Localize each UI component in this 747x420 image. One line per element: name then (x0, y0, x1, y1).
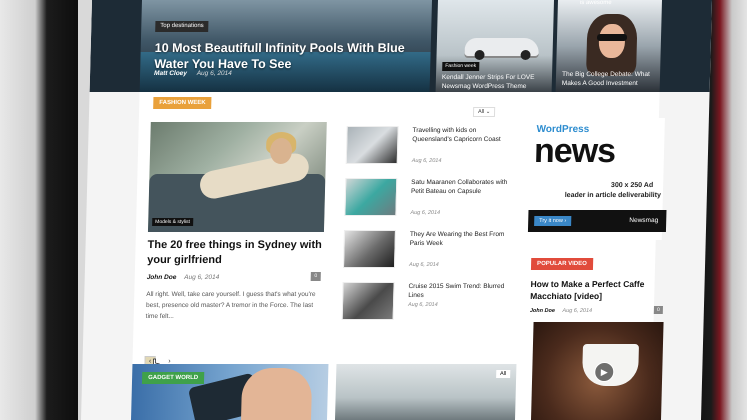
hand-image (241, 368, 313, 420)
hero-tile-car[interactable]: Fashion week Kendall Jenner Strips For L… (435, 0, 554, 92)
list-thumb (345, 126, 399, 164)
list-title[interactable]: Cruise 2015 Swim Trend: Blurred Lines (408, 282, 512, 300)
chevron-down-icon: ⌄ (485, 109, 491, 115)
list-date: Aug 6, 2014 (407, 302, 438, 308)
video-meta: John Doe Aug 6, 2014 (530, 308, 592, 314)
hero-category-badge[interactable]: Top destinations (155, 21, 209, 32)
list-thumb (341, 282, 395, 320)
ad-news-text: news (533, 132, 616, 170)
list-item[interactable]: They Are Wearing the Best From Paris Wee… (342, 230, 514, 274)
filter-select[interactable]: All ⌄ (472, 107, 496, 117)
sunglasses (596, 34, 628, 41)
main-article-image[interactable]: Models & stylist (147, 122, 327, 232)
office-tile[interactable]: All (335, 364, 517, 420)
hero-title[interactable]: 10 Most Beautifull Infinity Pools With B… (154, 40, 425, 72)
main-article-excerpt: All right. Well, take care yourself. I g… (145, 291, 316, 320)
video-date: Aug 6, 2014 (562, 308, 593, 314)
popular-video-badge[interactable]: Popular Video (530, 258, 593, 270)
list-item[interactable]: Cruise 2015 Swim Trend: Blurred Lines Au… (341, 282, 512, 326)
video-title[interactable]: How to Make a Perfect Caffe Macchiato [v… (530, 278, 657, 302)
sidebar: WordPress news 300 x 250 Ad leader in ar… (519, 92, 667, 420)
ad-tagline: leader in article deliverability (564, 192, 661, 199)
image-badge[interactable]: Models & stylist (152, 218, 194, 226)
main-author[interactable]: John Doe (147, 274, 177, 281)
ad-brand: Newsmag (629, 217, 659, 224)
ad-bar: Try it now › Newsmag (527, 210, 667, 232)
gadget-world-badge[interactable]: Gadget World (141, 372, 205, 384)
list-date: Aug 6, 2014 (408, 262, 439, 268)
ad-banner[interactable]: WordPress news 300 x 250 Ad leader in ar… (527, 118, 667, 240)
list-date: Aug 6, 2014 (410, 210, 441, 216)
hero-meta: Matt Cloey Aug 6, 2014 (154, 70, 232, 77)
office-filter-select[interactable]: All (495, 370, 511, 378)
ad-try-button[interactable]: Try it now › (534, 216, 572, 226)
hero-tile-woman[interactable]: is awesome The Big College Debate: What … (555, 0, 662, 92)
woman-face (598, 24, 626, 58)
gadget-tile[interactable]: Gadget World (131, 364, 329, 420)
list-item[interactable]: Satu Maaranen Collaborates with Petit Ba… (344, 178, 515, 222)
tile-top-text: is awesome (579, 0, 612, 6)
filter-label: All (477, 109, 485, 115)
video-thumbnail[interactable]: ▶ (531, 322, 664, 420)
monitor-bezel-left (0, 0, 78, 420)
website-screen: Top destinations 10 Most Beautifull Infi… (81, 0, 713, 420)
fashion-week-badge[interactable]: Fashion Week (153, 97, 212, 109)
video-comment-icon[interactable]: 0 (653, 306, 663, 314)
list-title[interactable]: Satu Maaranen Collaborates with Petit Ba… (411, 178, 515, 196)
main-date: Aug 6, 2014 (184, 274, 220, 281)
ad-size-text: 300 x 250 Ad (610, 182, 654, 189)
car-wheel-icon (520, 50, 531, 60)
hero-section: Top destinations 10 Most Beautifull Infi… (89, 0, 713, 92)
list-date: Aug 6, 2014 (411, 158, 442, 164)
main-article-meta: John Doe Aug 6, 2014 (147, 274, 220, 281)
list-thumb (344, 178, 398, 216)
hero-author[interactable]: Matt Cloey (154, 70, 187, 77)
car-wheel-icon (474, 50, 485, 60)
tile-title[interactable]: The Big College Debate: What Makes A Goo… (562, 70, 658, 88)
tile-badge[interactable]: Fashion week (442, 62, 480, 71)
hero-date: Aug 6, 2014 (196, 70, 232, 77)
list-title[interactable]: Travelling with kids on Queensland's Cap… (412, 126, 516, 144)
main-article-title[interactable]: The 20 free things in Sydney with your g… (147, 238, 328, 268)
list-title[interactable]: They Are Wearing the Best From Paris Wee… (410, 230, 514, 248)
list-item[interactable]: Travelling with kids on Queensland's Cap… (345, 126, 517, 170)
comment-count-icon[interactable]: 0 (310, 272, 321, 281)
tile-title[interactable]: Kendall Jenner Strips For LOVE Newsmag W… (442, 73, 552, 91)
video-author[interactable]: John Doe (530, 308, 555, 314)
list-thumb (342, 230, 396, 268)
main-content: Fashion Week All ⌄ Models & stylist The … (131, 92, 667, 420)
